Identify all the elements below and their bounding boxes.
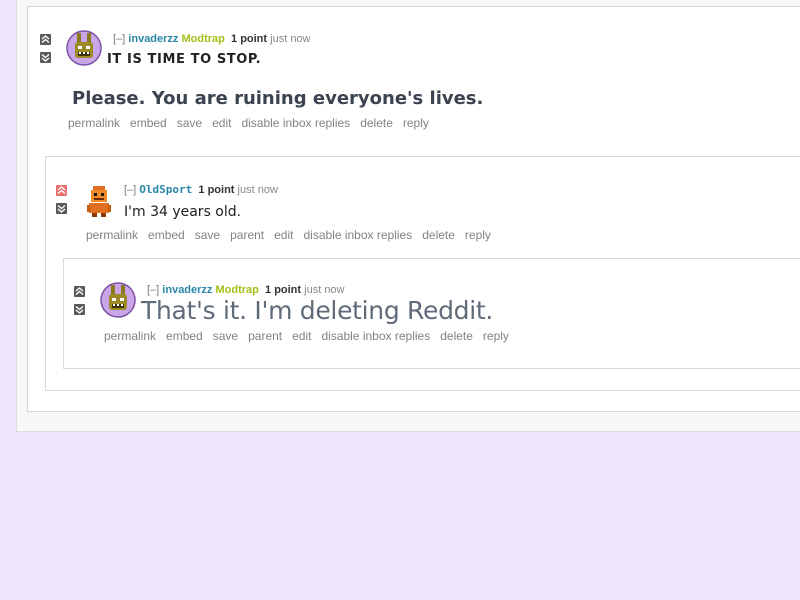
comment-tagline: [–] invaderzz Modtrap 1 point just now xyxy=(147,284,345,296)
pixel-character-avatar-icon[interactable] xyxy=(84,183,114,224)
collapse-toggle[interactable]: [–] xyxy=(124,184,136,196)
user-flair: Modtrap xyxy=(181,33,225,45)
comment-body-line: IT IS TIME TO STOP. xyxy=(107,52,262,67)
upvote-arrow-icon[interactable] xyxy=(74,286,85,297)
downvote-arrow-icon[interactable] xyxy=(74,304,85,315)
embed-button[interactable]: embed xyxy=(148,228,185,242)
author-link[interactable]: invaderzz xyxy=(162,284,212,296)
delete-button[interactable]: delete xyxy=(440,329,473,343)
disable-inbox-replies-button[interactable]: disable inbox replies xyxy=(321,329,430,343)
user-flair: Modtrap xyxy=(215,284,259,296)
upvote-arrow-icon[interactable] xyxy=(40,34,51,45)
comment-tagline: [–] OldSport 1 point just now xyxy=(124,183,278,196)
delete-button[interactable]: delete xyxy=(360,116,393,130)
upvote-arrow-icon[interactable] xyxy=(56,185,67,196)
collapse-toggle[interactable]: [–] xyxy=(147,284,159,296)
save-button[interactable]: save xyxy=(195,228,220,242)
parent-button[interactable]: parent xyxy=(230,228,264,242)
collapse-toggle[interactable]: [–] xyxy=(113,33,125,45)
disable-inbox-replies-button[interactable]: disable inbox replies xyxy=(303,228,412,242)
permalink-button[interactable]: permalink xyxy=(104,329,156,343)
edit-button[interactable]: edit xyxy=(274,228,293,242)
edit-button[interactable]: edit xyxy=(212,116,231,130)
author-link[interactable]: OldSport xyxy=(139,183,192,196)
comment-time: just now xyxy=(237,184,278,196)
comment-score: 1 point xyxy=(198,184,235,196)
delete-button[interactable]: delete xyxy=(422,228,455,242)
author-link[interactable]: invaderzz xyxy=(128,33,178,45)
reply-button[interactable]: reply xyxy=(483,329,509,343)
disable-inbox-replies-button[interactable]: disable inbox replies xyxy=(241,116,350,130)
downvote-arrow-icon[interactable] xyxy=(56,203,67,214)
springtrap-avatar-icon[interactable] xyxy=(100,282,136,323)
edit-button[interactable]: edit xyxy=(292,329,311,343)
reply-button[interactable]: reply xyxy=(465,228,491,242)
comment-body-line: I'm 34 years old. xyxy=(124,204,242,220)
comment-buttons: permalink embed save parent edit disable inbo… xyxy=(104,329,519,343)
permalink-button[interactable]: permalink xyxy=(68,116,120,130)
comment-time: just now xyxy=(304,284,345,296)
reply-button[interactable]: reply xyxy=(403,116,429,130)
comment-body-line: That's it. I'm deleting Reddit. xyxy=(141,296,494,325)
springtrap-avatar-icon[interactable] xyxy=(66,30,102,71)
comment-body-line: Please. You are ruining everyone's lives… xyxy=(72,88,484,109)
save-button[interactable]: save xyxy=(213,329,238,343)
comment-score: 1 point xyxy=(231,33,268,45)
comment-time: just now xyxy=(270,33,311,45)
permalink-button[interactable]: permalink xyxy=(86,228,138,242)
comment-score: 1 point xyxy=(265,284,302,296)
comment-buttons: permalink embed save parent edit disable inbo… xyxy=(86,228,501,242)
comment-buttons: permalink embed save edit disable inbox repl… xyxy=(68,116,439,130)
comment-tagline: [–] invaderzz Modtrap 1 point just now xyxy=(113,33,311,45)
embed-button[interactable]: embed xyxy=(130,116,167,130)
downvote-arrow-icon[interactable] xyxy=(40,52,51,63)
parent-button[interactable]: parent xyxy=(248,329,282,343)
save-button[interactable]: save xyxy=(177,116,202,130)
embed-button[interactable]: embed xyxy=(166,329,203,343)
